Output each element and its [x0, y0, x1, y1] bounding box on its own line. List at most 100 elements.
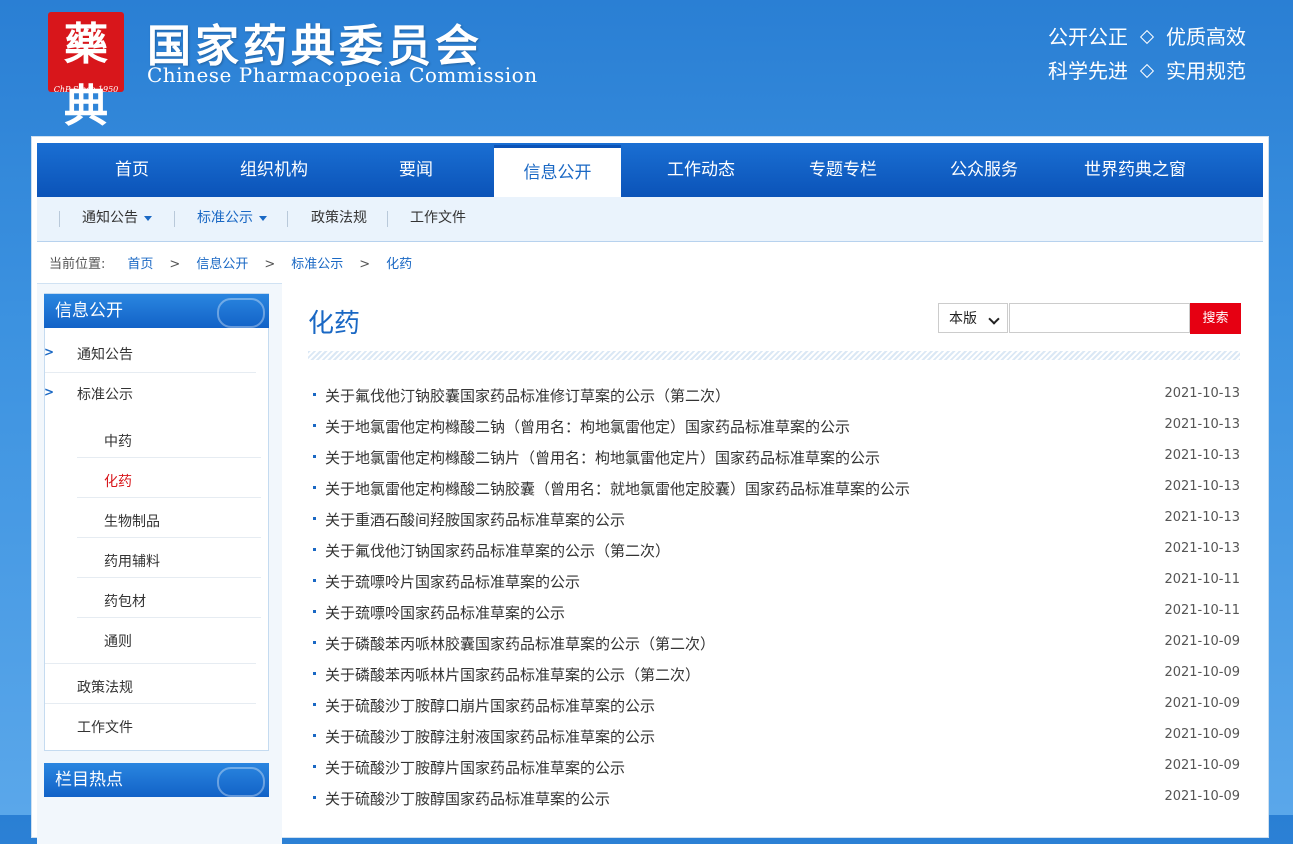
divider — [77, 537, 261, 538]
news-title-link[interactable]: 关于磷酸苯丙哌林胶囊国家药品标准草案的公示（第二次） — [325, 633, 715, 654]
divider — [59, 211, 60, 227]
nav-item-world-pharmacopoeia[interactable]: 世界药典之窗 — [1055, 143, 1215, 197]
news-title-link[interactable]: 关于硫酸沙丁胺醇国家药品标准草案的公示 — [325, 788, 610, 809]
subnav-item-notices[interactable]: 通知公告 — [82, 197, 152, 241]
news-date: 2021-10-09 — [1164, 789, 1240, 804]
sidebar-heading-text: 信息公开 — [55, 301, 123, 321]
news-date: 2021-10-11 — [1164, 603, 1240, 618]
news-row[interactable]: 关于巯嘌呤片国家药品标准草案的公示 2021-10-11 — [308, 566, 1240, 596]
news-row[interactable]: 关于地氯雷他定枸橼酸二钠片（曾用名：枸地氯雷他定片）国家药品标准草案的公示 202… — [308, 442, 1240, 472]
divider — [287, 211, 288, 227]
sidebar-subitem-biologics[interactable]: 生物制品 — [104, 511, 160, 531]
breadcrumb-link-standard[interactable]: 标准公示 — [291, 257, 343, 272]
news-date: 2021-10-09 — [1164, 665, 1240, 680]
site-subtitle: Chinese Pharmacopoeia Commission — [147, 63, 538, 87]
breadcrumb-link-info[interactable]: 信息公开 — [196, 257, 248, 272]
main-nav: 首页 组织机构 要闻 信息公开 工作动态 专题专栏 公众服务 世界药典之窗 — [37, 143, 1263, 200]
sidebar-subitem-general-rules[interactable]: 通则 — [104, 631, 132, 651]
nav-item-work-updates[interactable]: 工作动态 — [631, 143, 771, 197]
news-date: 2021-10-11 — [1164, 572, 1240, 587]
news-title-link[interactable]: 关于地氯雷他定枸橼酸二钠胶囊（曾用名：就地氯雷他定胶囊）国家药品标准草案的公示 — [325, 478, 910, 499]
news-title-link[interactable]: 关于地氯雷他定枸橼酸二钠片（曾用名：枸地氯雷他定片）国家药品标准草案的公示 — [325, 447, 880, 468]
site-header: 藥典 ChP Since 1950 国家药典委员会 Chinese Pharma… — [0, 0, 1293, 136]
sidebar-item-standard-notice[interactable]: 标准公示 — [77, 384, 133, 404]
divider — [387, 211, 388, 227]
breadcrumb-label: 当前位置: — [49, 257, 106, 272]
news-title-link[interactable]: 关于磷酸苯丙哌林片国家药品标准草案的公示（第二次） — [325, 664, 700, 685]
news-title-link[interactable]: 关于硫酸沙丁胺醇注射液国家药品标准草案的公示 — [325, 726, 655, 747]
news-row[interactable]: 关于巯嘌呤国家药品标准草案的公示 2021-10-11 — [308, 597, 1240, 627]
cloud-pattern-icon — [217, 767, 265, 797]
breadcrumb: 当前位置: 首页 > 信息公开 > 标准公示 > 化药 — [49, 253, 412, 272]
nav-item-info-disclosure[interactable]: 信息公开 — [494, 145, 621, 200]
news-title-link[interactable]: 关于地氯雷他定枸橼酸二钠（曾用名：枸地氯雷他定）国家药品标准草案的公示 — [325, 416, 850, 437]
breadcrumb-sep: > — [359, 257, 371, 272]
search-input[interactable] — [1009, 303, 1190, 333]
news-row[interactable]: 关于硫酸沙丁胺醇口崩片国家药品标准草案的公示 2021-10-09 — [308, 690, 1240, 720]
nav-item-special-columns[interactable]: 专题专栏 — [773, 143, 913, 197]
news-title-link[interactable]: 关于硫酸沙丁胺醇口崩片国家药品标准草案的公示 — [325, 695, 655, 716]
subnav-item-standard-notice[interactable]: 标准公示 — [197, 197, 267, 241]
sidebar-subitem-packaging[interactable]: 药包材 — [104, 591, 146, 611]
search-scope-value: 本版 — [949, 311, 977, 327]
news-row[interactable]: 关于磷酸苯丙哌林胶囊国家药品标准草案的公示（第二次） 2021-10-09 — [308, 628, 1240, 658]
news-title-link[interactable]: 关于氟伐他汀钠胶囊国家药品标准修订草案的公示（第二次） — [325, 385, 730, 406]
slogans: 公开公正 优质高效 科学先进 实用规范 — [1048, 20, 1246, 88]
bullet-icon — [313, 703, 316, 706]
sidebar-subitem-tcm[interactable]: 中药 — [104, 431, 132, 451]
news-row[interactable]: 关于硫酸沙丁胺醇片国家药品标准草案的公示 2021-10-09 — [308, 752, 1240, 782]
bullet-icon — [313, 517, 316, 520]
news-row[interactable]: 关于氟伐他汀钠国家药品标准草案的公示（第二次） 2021-10-13 — [308, 535, 1240, 565]
sidebar-subitem-chemical[interactable]: 化药 — [104, 471, 132, 491]
nav-item-public-service[interactable]: 公众服务 — [914, 143, 1054, 197]
logo-glyph: 藥典 — [64, 19, 108, 132]
news-date: 2021-10-13 — [1164, 510, 1240, 525]
news-title-link[interactable]: 关于巯嘌呤国家药品标准草案的公示 — [325, 602, 565, 623]
news-row[interactable]: 关于氟伐他汀钠胶囊国家药品标准修订草案的公示（第二次） 2021-10-13 — [308, 380, 1240, 410]
divider — [45, 663, 256, 664]
nav-item-news[interactable]: 要闻 — [346, 143, 486, 197]
news-row[interactable]: 关于硫酸沙丁胺醇国家药品标准草案的公示 2021-10-09 — [308, 783, 1240, 813]
sidebar-heading-text: 栏目热点 — [55, 770, 123, 790]
diamond-icon — [1139, 29, 1155, 45]
sidebar-subitem-excipients[interactable]: 药用辅料 — [104, 551, 160, 571]
search-button[interactable]: 搜索 — [1190, 303, 1241, 334]
nav-item-organization[interactable]: 组织机构 — [204, 143, 344, 197]
bullet-icon — [313, 641, 316, 644]
news-title-link[interactable]: 关于硫酸沙丁胺醇片国家药品标准草案的公示 — [325, 757, 625, 778]
slogan: 科学先进 — [1048, 59, 1128, 83]
sidebar-item-notices[interactable]: 通知公告 — [77, 344, 133, 364]
search-scope-select[interactable]: 本版 — [938, 303, 1008, 333]
breadcrumb-link-home[interactable]: 首页 — [127, 257, 153, 272]
chevron-down-icon — [988, 313, 1000, 325]
subnav-item-work-documents[interactable]: 工作文件 — [410, 197, 466, 241]
subnav-item-policies[interactable]: 政策法规 — [311, 197, 367, 241]
news-row[interactable]: 关于地氯雷他定枸橼酸二钠胶囊（曾用名：就地氯雷他定胶囊）国家药品标准草案的公示 2… — [308, 473, 1240, 503]
sidebar-item-work-documents[interactable]: 工作文件 — [77, 717, 133, 737]
subnav-label: 通知公告 — [82, 210, 138, 226]
news-row[interactable]: 关于重酒石酸间羟胺国家药品标准草案的公示 2021-10-13 — [308, 504, 1240, 534]
divider — [77, 497, 261, 498]
news-title-link[interactable]: 关于巯嘌呤片国家药品标准草案的公示 — [325, 571, 580, 592]
news-title-link[interactable]: 关于氟伐他汀钠国家药品标准草案的公示（第二次） — [325, 540, 670, 561]
logo-seal-icon[interactable]: 藥典 ChP Since 1950 — [48, 12, 124, 132]
caret-down-icon — [259, 215, 267, 221]
diamond-icon — [1139, 63, 1155, 79]
news-date: 2021-10-13 — [1164, 541, 1240, 556]
news-row[interactable]: 关于硫酸沙丁胺醇注射液国家药品标准草案的公示 2021-10-09 — [308, 721, 1240, 751]
breadcrumb-current[interactable]: 化药 — [386, 257, 412, 272]
nav-item-home[interactable]: 首页 — [62, 143, 202, 197]
news-date: 2021-10-13 — [1164, 448, 1240, 463]
slogan: 公开公正 — [1048, 25, 1128, 49]
sidebar-item-policies[interactable]: 政策法规 — [77, 677, 133, 697]
news-row[interactable]: 关于磷酸苯丙哌林片国家药品标准草案的公示（第二次） 2021-10-09 — [308, 659, 1240, 689]
news-row[interactable]: 关于地氯雷他定枸橼酸二钠（曾用名：枸地氯雷他定）国家药品标准草案的公示 2021-… — [308, 411, 1240, 441]
bullet-icon — [313, 486, 316, 489]
news-date: 2021-10-09 — [1164, 634, 1240, 649]
cloud-pattern-icon — [217, 298, 265, 328]
news-date: 2021-10-13 — [1164, 386, 1240, 401]
news-title-link[interactable]: 关于重酒石酸间羟胺国家药品标准草案的公示 — [325, 509, 625, 530]
slogan-row: 科学先进 实用规范 — [1048, 54, 1246, 88]
sidebar-heading: 信息公开 — [44, 294, 269, 328]
bullet-icon — [313, 579, 316, 582]
